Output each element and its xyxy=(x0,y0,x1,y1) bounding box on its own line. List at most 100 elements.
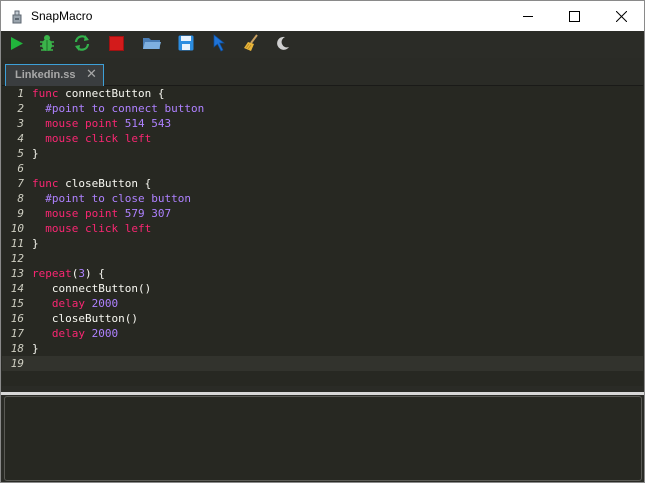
code-line[interactable]: 3 mouse point 514 543 xyxy=(2,116,643,131)
code-token: ) { xyxy=(85,267,105,280)
code-line[interactable]: 6 xyxy=(2,161,643,176)
code-token: 3 xyxy=(78,267,85,280)
maximize-button[interactable] xyxy=(551,1,597,31)
code-token: mouse point xyxy=(45,207,125,220)
code-line[interactable]: 8 #point to close button xyxy=(2,191,643,206)
editor-panel: Linkedin.ss ✕ 1 func connectButton {2 #po… xyxy=(2,58,643,392)
code-text: delay 2000 xyxy=(32,326,118,341)
line-number: 11 xyxy=(10,237,24,250)
code-token: func xyxy=(32,87,59,100)
code-text: closeButton() xyxy=(32,311,138,326)
code-line[interactable]: 11} xyxy=(2,236,643,251)
code-token: closeButton { xyxy=(58,177,152,190)
code-line[interactable]: 9 mouse point 579 307 xyxy=(2,206,643,221)
code-line[interactable]: 4 mouse click left xyxy=(2,131,643,146)
line-number: 4 xyxy=(17,132,24,145)
code-line[interactable]: 12 xyxy=(2,251,643,266)
code-text: repeat(3) { xyxy=(32,266,105,281)
tab-label: Linkedin.ss xyxy=(15,69,76,81)
tab-bar: Linkedin.ss ✕ xyxy=(2,58,643,87)
app-window: SnapMacro Linkedin.ss ✕ 1 func connectBu… xyxy=(0,0,645,483)
open-button[interactable] xyxy=(141,34,163,56)
code-token: mouse click left xyxy=(45,132,152,145)
debug-button[interactable] xyxy=(36,34,58,56)
code-text: #point to close button xyxy=(32,191,191,206)
theme-toggle-button[interactable] xyxy=(272,34,294,56)
toolbar xyxy=(1,31,644,58)
line-number: 2 xyxy=(17,102,24,115)
pick-point-button[interactable] xyxy=(210,34,232,56)
code-token: #point to close button xyxy=(45,192,191,205)
code-token: closeButton() xyxy=(32,312,138,325)
code-text: mouse point 514 543 xyxy=(32,116,171,131)
code-token: } xyxy=(32,237,39,250)
run-icon xyxy=(10,36,24,55)
debug-icon xyxy=(38,34,56,56)
broom-icon xyxy=(243,34,261,56)
line-number: 13 xyxy=(10,267,24,280)
line-number: 9 xyxy=(17,207,24,220)
line-number: 5 xyxy=(17,147,24,160)
line-number: 16 xyxy=(10,312,24,325)
pointer-icon xyxy=(213,34,229,56)
code-text: delay 2000 xyxy=(32,296,118,311)
title-bar[interactable]: SnapMacro xyxy=(1,1,644,31)
code-token: connectButton() xyxy=(32,282,152,295)
line-number: 1 xyxy=(17,87,24,100)
code-editor[interactable]: 1 func connectButton {2 #point to connect… xyxy=(2,86,643,386)
line-number: 6 xyxy=(17,162,24,175)
code-token: mouse click left xyxy=(45,222,152,235)
app-logo-icon xyxy=(11,9,23,24)
code-line[interactable]: 13 repeat(3) { xyxy=(2,266,643,281)
code-text: func connectButton { xyxy=(32,86,164,101)
code-line[interactable]: 19 xyxy=(2,356,643,371)
code-line[interactable]: 15 delay 2000 xyxy=(2,296,643,311)
code-token: delay xyxy=(51,297,92,310)
line-number: 18 xyxy=(10,342,24,355)
line-number: 8 xyxy=(17,192,24,205)
code-token: delay xyxy=(51,327,92,340)
moon-icon xyxy=(275,35,291,55)
code-line[interactable]: 18} xyxy=(2,341,643,356)
code-token: } xyxy=(32,342,39,355)
code-line[interactable]: 2 #point to connect button xyxy=(2,101,643,116)
code-line[interactable]: 5} xyxy=(2,146,643,161)
refresh-button[interactable] xyxy=(71,34,93,56)
line-number: 3 xyxy=(17,117,24,130)
code-token: 2000 xyxy=(91,297,119,310)
code-text: } xyxy=(32,341,39,356)
stop-icon xyxy=(108,35,124,55)
minimize-icon xyxy=(522,11,534,22)
code-token: #point to connect button xyxy=(45,102,205,115)
stop-button[interactable] xyxy=(105,34,127,56)
close-button[interactable] xyxy=(598,1,644,31)
run-button[interactable] xyxy=(6,34,28,56)
output-console[interactable] xyxy=(4,396,642,481)
code-line[interactable]: 7 func closeButton { xyxy=(2,176,643,191)
window-title: SnapMacro xyxy=(31,9,93,23)
code-line[interactable]: 10 mouse click left xyxy=(2,221,643,236)
code-line[interactable]: 17 delay 2000 xyxy=(2,326,643,341)
line-number: 14 xyxy=(10,282,24,295)
maximize-icon xyxy=(568,10,580,22)
code-line[interactable]: 1 func connectButton { xyxy=(2,86,643,101)
code-text: #point to connect button xyxy=(32,101,204,116)
panel-splitter[interactable] xyxy=(1,392,644,395)
close-icon xyxy=(615,10,627,22)
minimize-button[interactable] xyxy=(505,1,551,31)
code-line[interactable]: 14 connectButton() xyxy=(2,281,643,296)
code-line[interactable]: 16 closeButton() xyxy=(2,311,643,326)
save-button[interactable] xyxy=(175,34,197,56)
tab-linkedin[interactable]: Linkedin.ss ✕ xyxy=(5,64,104,87)
clear-button[interactable] xyxy=(241,34,263,56)
line-number: 10 xyxy=(10,222,24,235)
tab-close-icon[interactable]: ✕ xyxy=(86,68,97,82)
line-number: 19 xyxy=(10,357,24,370)
code-token: repeat xyxy=(32,267,72,280)
